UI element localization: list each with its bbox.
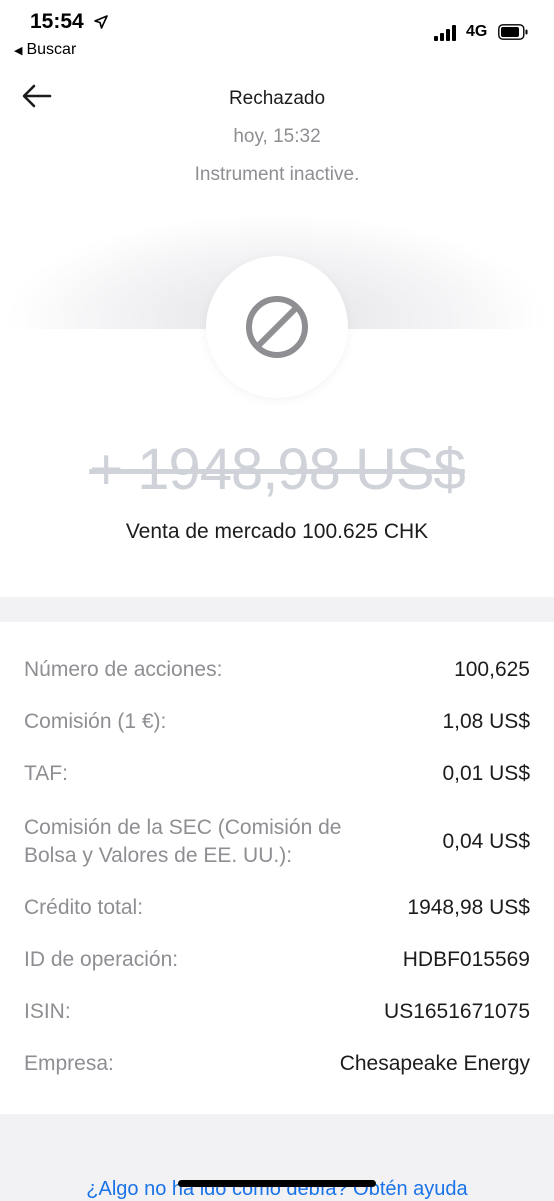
back-triangle-icon: ◀ (14, 45, 23, 57)
detail-value: 100,625 (454, 658, 530, 681)
detail-value: 1,08 US$ (442, 710, 530, 733)
detail-label: ID de operación: (24, 948, 179, 971)
detail-value: 1948,98 US$ (407, 896, 530, 919)
prohibited-icon (246, 296, 308, 358)
order-description: Venta de mercado 100.625 CHK (125, 520, 429, 543)
detail-value: 0,01 US$ (442, 762, 530, 785)
order-amount: + 1948,98 US$ (89, 437, 466, 502)
detail-label: TAF: (24, 762, 68, 785)
detail-label: ISIN: (24, 1000, 71, 1023)
cellular-signal-icon (434, 25, 458, 41)
detail-label: Comisión de la SEC (Comisión de Bolsa y … (24, 816, 342, 867)
location-arrow-icon (94, 15, 108, 29)
detail-label: Comisión (1 €): (24, 710, 167, 733)
order-date: hoy, 15:32 (233, 126, 321, 147)
detail-value: US1651671075 (384, 1000, 530, 1023)
order-summary-card: Rechazado hoy, 15:32 Instrument inactive… (0, 64, 554, 597)
detail-label: Crédito total: (24, 896, 144, 919)
home-indicator (178, 1180, 376, 1187)
order-details-card: Número de acciones: 100,625 Comisión (1 … (0, 622, 554, 1114)
detail-value: HDBF015569 (402, 948, 530, 971)
detail-label: Número de acciones: (24, 658, 223, 681)
network-type: 4G (466, 23, 488, 40)
back-app-label: Buscar (26, 41, 77, 58)
status-bar: 15:54 ◀ Buscar 4G (0, 0, 554, 64)
detail-value: 0,04 US$ (442, 830, 530, 853)
rejection-reason: Instrument inactive. (194, 164, 360, 185)
status-icon-circle (206, 256, 348, 398)
detail-label: Empresa: (24, 1052, 114, 1075)
status-time: 15:54 (30, 10, 84, 33)
page-title: Rechazado (228, 88, 326, 109)
detail-value: Chesapeake Energy (339, 1052, 530, 1075)
back-to-app-link[interactable]: ◀ Buscar (14, 41, 76, 59)
battery-icon (498, 24, 528, 40)
